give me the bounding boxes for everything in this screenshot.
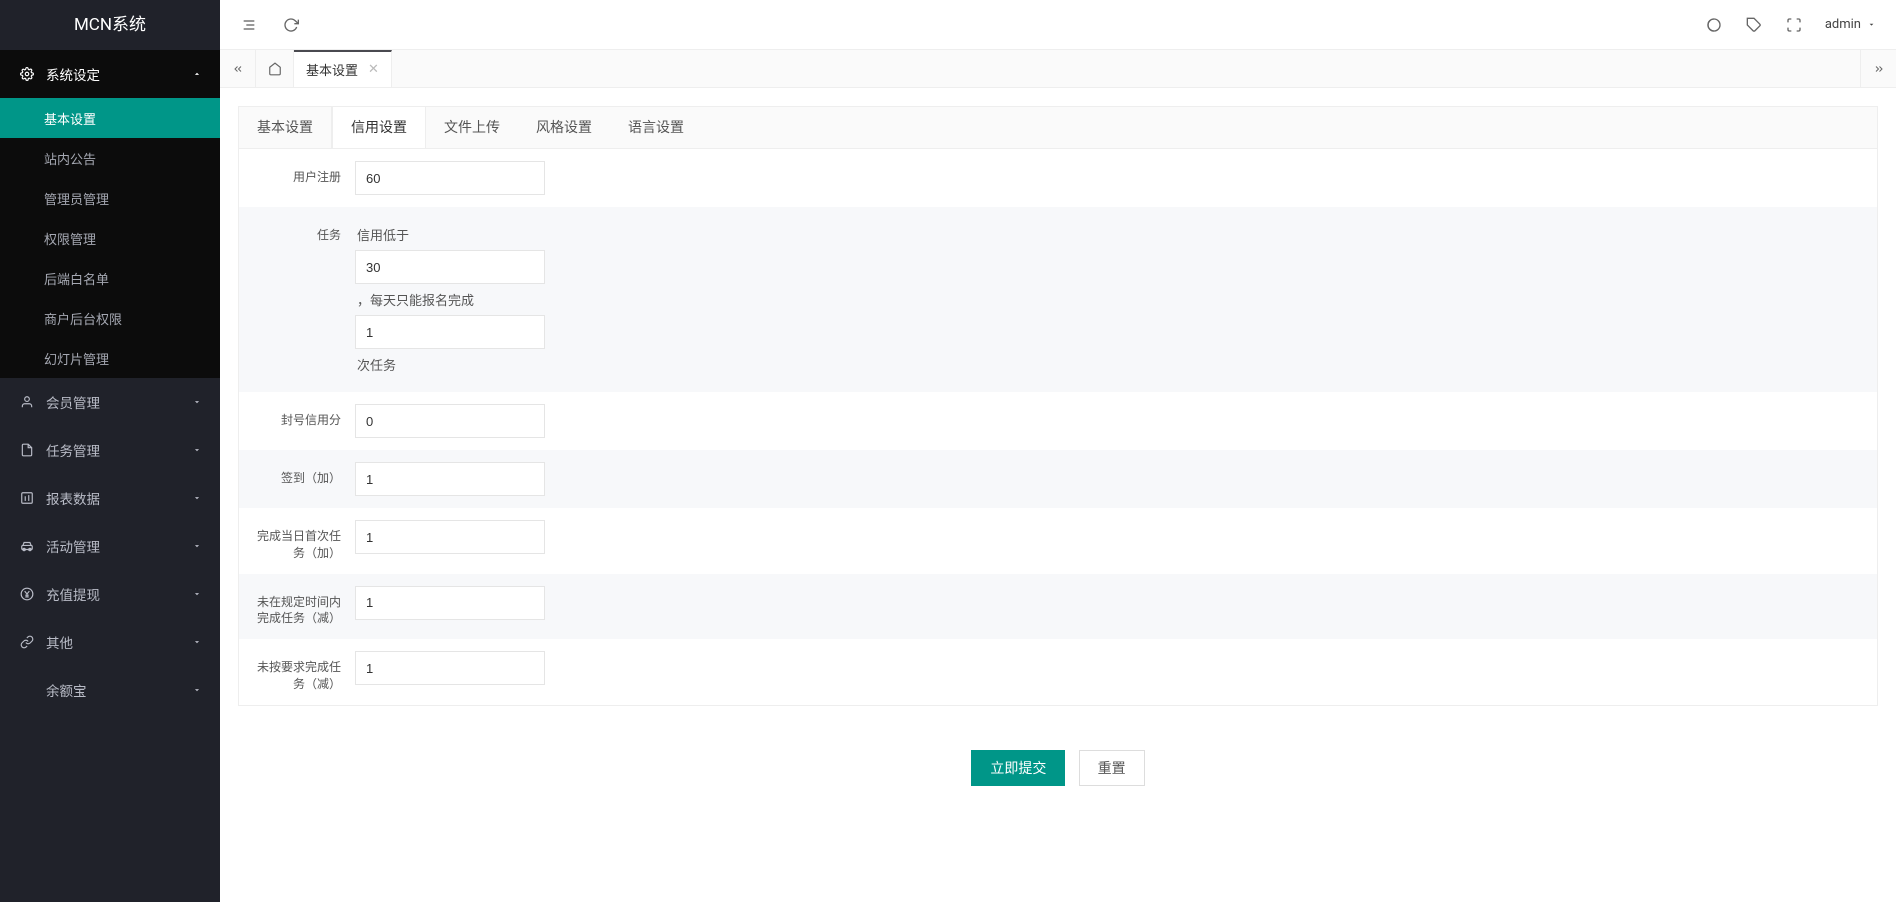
reset-button[interactable]: 重置 — [1079, 750, 1145, 786]
sidebar-item-permission[interactable]: 权限管理 — [0, 218, 220, 258]
row-requirement-sub: 未按要求完成任务（减） — [239, 639, 1877, 705]
fullscreen-icon[interactable] — [1785, 16, 1803, 34]
tabs-scroll-left[interactable] — [220, 50, 256, 87]
user-icon — [20, 395, 34, 409]
sidebar-item-admin-manage[interactable]: 管理员管理 — [0, 178, 220, 218]
chevron-up-icon — [192, 69, 202, 79]
chevron-down-icon — [192, 589, 202, 599]
row-user-register: 用户注册 — [239, 149, 1877, 207]
label-checkin-add: 签到（加） — [255, 462, 355, 487]
label-first-task-add: 完成当日首次任务（加） — [255, 520, 355, 562]
row-task: 任务 信用低于 ，每天只能报名完成 次任务 — [239, 207, 1877, 392]
submit-button[interactable]: 立即提交 — [971, 750, 1065, 786]
gear-icon — [20, 67, 34, 81]
yen-icon — [20, 587, 34, 601]
inner-tab-style[interactable]: 风格设置 — [518, 107, 610, 148]
row-overdue-sub: 未在规定时间内完成任务（减） — [239, 574, 1877, 640]
sidebar-item-announcement[interactable]: 站内公告 — [0, 138, 220, 178]
tag-icon[interactable] — [1745, 16, 1763, 34]
row-first-task-add: 完成当日首次任务（加） — [239, 508, 1877, 574]
menu-activity[interactable]: 活动管理 — [0, 522, 220, 570]
menu-task[interactable]: 任务管理 — [0, 426, 220, 474]
menu-system-settings[interactable]: 系统设定 — [0, 50, 220, 98]
main: 基本设置 信用设置 文件上传 风格设置 语言设置 用户注册 任务 信用低于 ，每… — [220, 0, 1896, 832]
inner-tab-credit[interactable]: 信用设置 — [332, 107, 426, 148]
task-text-mid: ，每天只能报名完成 — [355, 284, 1861, 315]
inner-tab-basic[interactable]: 基本设置 — [239, 107, 332, 148]
nav: 系统设定 基本设置 站内公告 管理员管理 权限管理 后端白名单 商户后台权限 幻… — [0, 50, 220, 714]
doc-icon — [20, 443, 34, 457]
car-icon — [20, 539, 34, 553]
form-actions: 立即提交 重置 — [220, 724, 1896, 812]
tab-basic-settings[interactable]: 基本设置 ✕ — [294, 50, 392, 87]
menu-yuebao[interactable]: 余额宝 — [0, 666, 220, 714]
settings-card: 基本设置 信用设置 文件上传 风格设置 语言设置 用户注册 任务 信用低于 ，每… — [238, 106, 1878, 706]
chevron-down-icon — [192, 541, 202, 551]
label-user-register: 用户注册 — [255, 161, 355, 186]
menu-label: 系统设定 — [46, 64, 100, 84]
label-task: 任务 — [255, 219, 355, 244]
header: admin — [220, 0, 1896, 50]
submenu-system-settings: 基本设置 站内公告 管理员管理 权限管理 后端白名单 商户后台权限 幻灯片管理 — [0, 98, 220, 378]
sidebar-item-basic-settings[interactable]: 基本设置 — [0, 98, 220, 138]
input-requirement-sub[interactable] — [355, 651, 545, 685]
chevron-down-icon — [192, 685, 202, 695]
tabbar: 基本设置 ✕ — [220, 50, 1896, 88]
chevron-down-icon — [192, 445, 202, 455]
app-logo: MCN系统 — [0, 0, 220, 50]
input-user-register[interactable] — [355, 161, 545, 195]
sidebar-item-merchant-perm[interactable]: 商户后台权限 — [0, 298, 220, 338]
sidebar-item-slideshow[interactable]: 幻灯片管理 — [0, 338, 220, 378]
menu-other[interactable]: 其他 — [0, 618, 220, 666]
task-text-below: 信用低于 — [355, 219, 1861, 250]
input-task-credit-below[interactable] — [355, 250, 545, 284]
tabs-scroll-right[interactable] — [1860, 50, 1896, 87]
label-overdue-sub: 未在规定时间内完成任务（减） — [255, 586, 355, 628]
collapse-sidebar-icon[interactable] — [240, 16, 258, 34]
input-first-task-add[interactable] — [355, 520, 545, 554]
menu-member[interactable]: 会员管理 — [0, 378, 220, 426]
sidebar-item-whitelist[interactable]: 后端白名单 — [0, 258, 220, 298]
input-task-daily-limit[interactable] — [355, 315, 545, 349]
inner-tabs: 基本设置 信用设置 文件上传 风格设置 语言设置 — [239, 107, 1877, 149]
sidebar: MCN系统 系统设定 基本设置 站内公告 管理员管理 权限管理 后端白名单 商户… — [0, 0, 220, 902]
task-text-tail: 次任务 — [355, 349, 1861, 380]
chevron-down-icon — [192, 637, 202, 647]
chevron-down-icon — [192, 493, 202, 503]
inner-tab-upload[interactable]: 文件上传 — [426, 107, 518, 148]
username: admin — [1825, 17, 1861, 32]
chart-icon — [20, 491, 34, 505]
menu-recharge[interactable]: 充值提现 — [0, 570, 220, 618]
theme-icon[interactable] — [1705, 16, 1723, 34]
tab-home[interactable] — [256, 50, 294, 87]
tab-label: 基本设置 — [306, 60, 358, 79]
input-overdue-sub[interactable] — [355, 586, 545, 620]
menu-report[interactable]: 报表数据 — [0, 474, 220, 522]
link-icon — [20, 635, 34, 649]
inner-tab-lang[interactable]: 语言设置 — [610, 107, 702, 148]
input-ban-credit[interactable] — [355, 404, 545, 438]
close-icon[interactable]: ✕ — [368, 62, 379, 77]
user-menu[interactable]: admin — [1825, 17, 1876, 32]
label-requirement-sub: 未按要求完成任务（减） — [255, 651, 355, 693]
caret-down-icon — [1867, 20, 1876, 29]
row-ban-credit: 封号信用分 — [239, 392, 1877, 450]
input-checkin-add[interactable] — [355, 462, 545, 496]
credit-form: 用户注册 任务 信用低于 ，每天只能报名完成 次任务 封号信用分 — [239, 149, 1877, 705]
row-checkin-add: 签到（加） — [239, 450, 1877, 508]
chevron-down-icon — [192, 397, 202, 407]
refresh-icon[interactable] — [282, 16, 300, 34]
label-ban-credit: 封号信用分 — [255, 404, 355, 429]
blank-icon — [20, 683, 34, 697]
